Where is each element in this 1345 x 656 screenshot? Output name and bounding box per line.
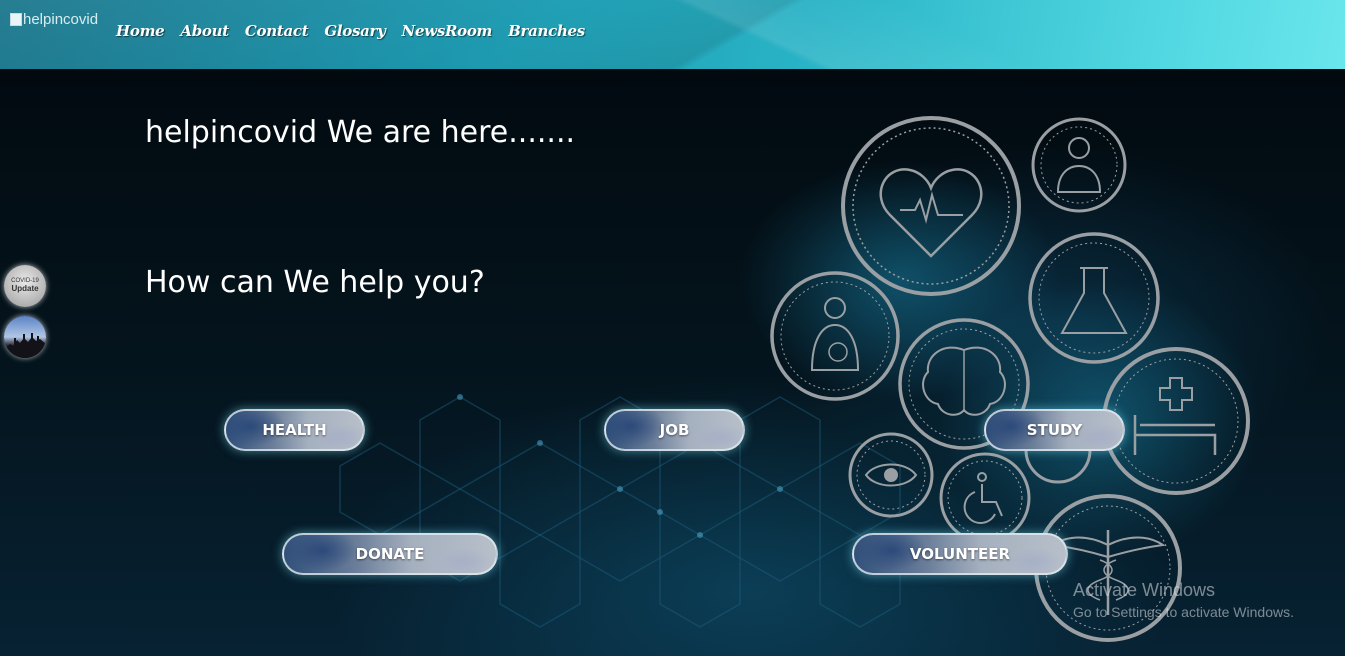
study-button[interactable]: STUDY	[984, 409, 1125, 451]
nav-link-contact[interactable]: Contact	[245, 22, 309, 40]
nav-link-about[interactable]: About	[180, 22, 229, 40]
people-silhouette-icon[interactable]	[4, 316, 46, 358]
medical-decoration	[339, 116, 1260, 642]
covid-update-icon[interactable]: COVID-19 Update	[4, 265, 46, 307]
nav-link-newsroom[interactable]: NewsRoom	[402, 22, 493, 40]
nav-link-glosary[interactable]: Glosary	[324, 22, 386, 40]
doctor-icon	[1031, 117, 1127, 213]
main-menu: Home About Contact Glosary NewsRoom Bran…	[116, 22, 585, 40]
people-silhouette-graphic	[4, 333, 46, 358]
job-button[interactable]: JOB	[604, 409, 745, 451]
covid-update-line2: Update	[11, 284, 39, 293]
volunteer-button[interactable]: VOLUNTEER	[852, 533, 1068, 575]
hero-subtitle: How can We help you?	[145, 265, 485, 300]
donate-button[interactable]: DONATE	[282, 533, 498, 575]
hero-title: helpincovid We are here.......	[145, 115, 576, 150]
nav-link-home[interactable]: Home	[116, 22, 165, 40]
broken-image-icon	[10, 13, 22, 26]
activate-windows-title: Activate Windows	[1073, 580, 1216, 600]
nav-link-branches[interactable]: Branches	[508, 22, 585, 40]
logo-alt-text: helpincovid	[23, 11, 99, 28]
eye-icon	[848, 432, 934, 518]
health-button[interactable]: HEALTH	[224, 409, 365, 451]
site-logo[interactable]: helpincovid	[10, 11, 98, 28]
activate-windows-text: Go to Settings to activate Windows.	[1073, 604, 1294, 620]
top-nav-bar: helpincovid Home About Contact Glosary N…	[0, 0, 1345, 69]
